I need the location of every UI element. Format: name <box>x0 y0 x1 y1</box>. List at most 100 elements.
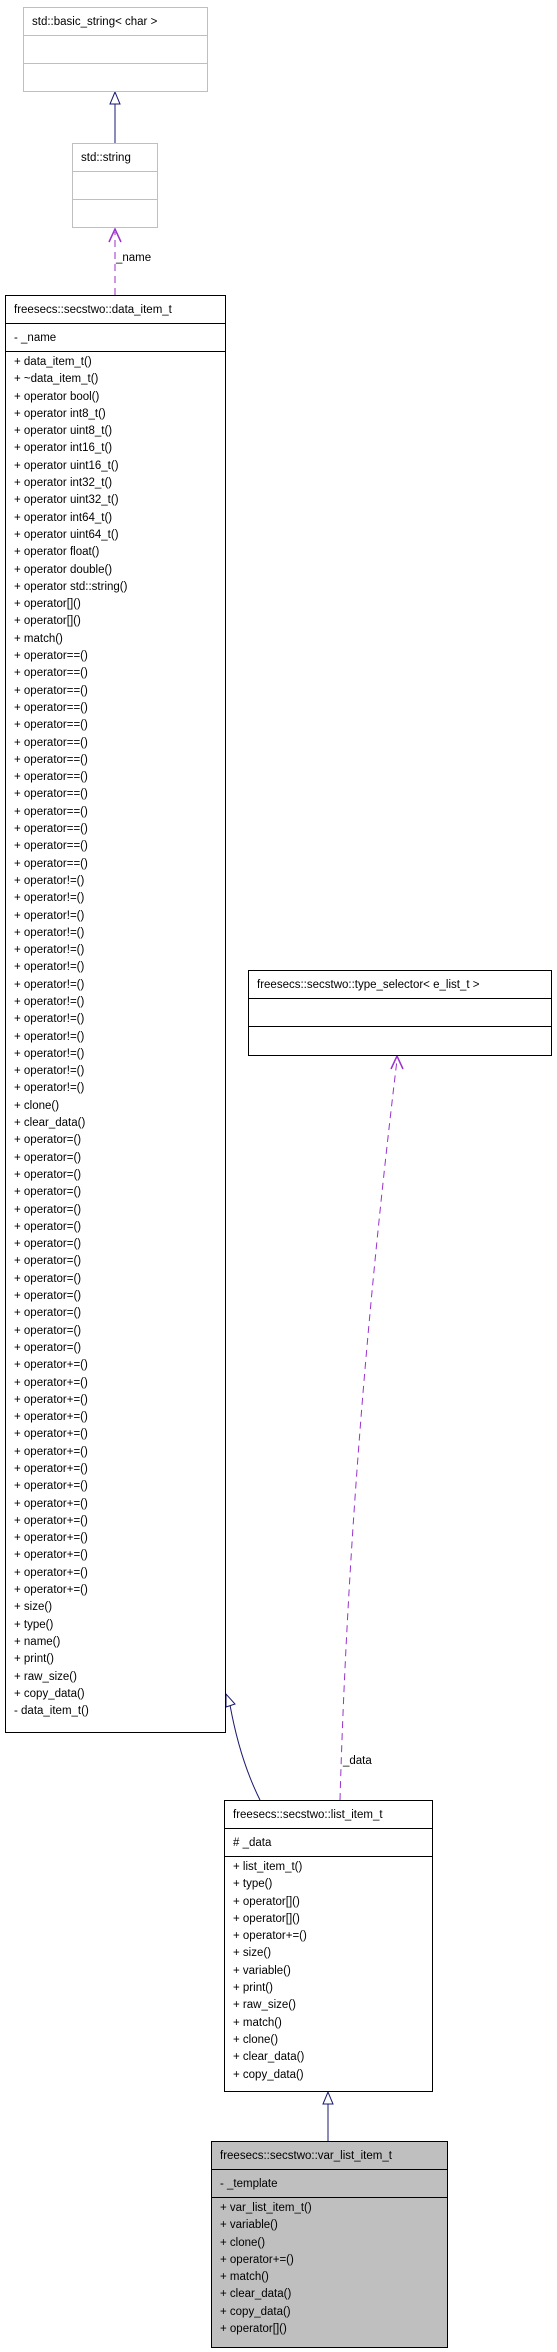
method-item: + operator=() <box>14 1186 82 1199</box>
class-std-string[interactable]: std::string <box>72 143 158 228</box>
method-item: - data_item_t() <box>14 1705 89 1718</box>
class-attributes <box>24 36 207 64</box>
method-item: + operator+=() <box>14 1532 88 1545</box>
method-item: + operator+=() <box>14 1393 88 1406</box>
method-item: + operator uint64_t() <box>14 528 119 541</box>
method-item: + clear_data() <box>220 2288 292 2301</box>
method-item: + operator+=() <box>14 1411 88 1424</box>
class-title: freesecs::secstwo::data_item_t <box>6 296 225 324</box>
method-item: + operator+=() <box>14 1584 88 1597</box>
inheritance-arrow-icon <box>225 1692 236 1708</box>
method-item: + operator!=() <box>14 944 85 957</box>
method-item: + operator=() <box>14 1341 82 1354</box>
method-item: + operator[]() <box>14 598 81 611</box>
method-item: + operator=() <box>14 1307 82 1320</box>
inheritance-line-list-item <box>229 1704 261 1801</box>
method-item: + operator==() <box>14 667 88 680</box>
method-item: + operator!=() <box>14 1047 85 1060</box>
method-item: + operator!=() <box>14 1013 85 1026</box>
class-var-list-item-t[interactable]: freesecs::secstwo::var_list_item_t - _te… <box>211 2141 448 2348</box>
class-list-item-t[interactable]: freesecs::secstwo::list_item_t # _data +… <box>224 1800 433 2092</box>
method-item: + operator==() <box>14 684 88 697</box>
method-item: + operator!=() <box>14 892 85 905</box>
class-methods: + data_item_t() + ~data_item_t() + operato… <box>6 352 225 1723</box>
method-item: + operator int16_t() <box>14 442 113 455</box>
method-item: + operator uint8_t() <box>14 425 113 438</box>
method-item: + operator+=() <box>14 1566 88 1579</box>
method-item: + copy_data() <box>220 2305 291 2318</box>
method-item: + operator=() <box>14 1272 82 1285</box>
method-item: + operator double() <box>14 563 113 576</box>
method-item: + operator+=() <box>14 1445 88 1458</box>
method-item: + clear_data() <box>233 2051 305 2064</box>
class-data-item-t[interactable]: freesecs::secstwo::data_item_t - _name +… <box>5 295 226 1733</box>
method-item: + clone() <box>233 2033 279 2046</box>
class-methods <box>249 1027 551 1055</box>
method-item: + name() <box>14 1635 61 1648</box>
usage-arrow-icon <box>390 1054 404 1070</box>
method-item: + print() <box>233 1982 273 1995</box>
method-item: + type() <box>233 1878 273 1891</box>
method-item: + operator!=() <box>14 1030 85 1043</box>
method-item: + operator==() <box>14 719 88 732</box>
method-item: + clear_data() <box>14 1117 86 1130</box>
method-item: + operator==() <box>14 771 88 784</box>
method-item: + operator[]() <box>14 615 81 628</box>
class-title: std::string <box>73 144 157 172</box>
method-item: + operator!=() <box>14 978 85 991</box>
method-item: + data_item_t() <box>14 356 92 368</box>
method-item: + operator[]() <box>233 1912 300 1925</box>
class-attributes: - _template <box>212 2170 447 2198</box>
method-item: + operator==() <box>14 788 88 801</box>
method-item: + operator=() <box>14 1134 82 1147</box>
method-item: + operator int8_t() <box>14 407 106 420</box>
method-item: + operator=() <box>14 1324 82 1337</box>
method-item: + operator!=() <box>14 961 85 974</box>
inheritance-arrow-icon <box>109 90 121 105</box>
method-item: + raw_size() <box>14 1670 77 1683</box>
method-item: + operator!=() <box>14 874 85 887</box>
class-methods <box>24 64 207 92</box>
class-attributes: - _name <box>6 324 225 352</box>
method-item: + operator=() <box>14 1255 82 1268</box>
method-item: + operator+=() <box>220 2253 294 2266</box>
method-item: + match() <box>233 2016 282 2029</box>
method-item: + print() <box>14 1653 54 1666</box>
method-item: + list_item_t() <box>233 1861 303 1873</box>
method-item: + operator int64_t() <box>14 511 113 524</box>
method-item: + operator uint16_t() <box>14 459 119 472</box>
method-item: + operator=() <box>14 1203 82 1216</box>
method-item: + operator+=() <box>14 1359 88 1372</box>
class-attributes <box>249 999 551 1027</box>
class-title: freesecs::secstwo::var_list_item_t <box>212 2142 447 2170</box>
method-item: + operator+=() <box>14 1549 88 1562</box>
method-item: + operator==() <box>14 840 88 853</box>
method-item: + operator=() <box>14 1168 82 1181</box>
method-item: + operator==() <box>14 805 88 818</box>
method-item: + var_list_item_t() <box>220 2202 312 2214</box>
attribute-item: - _template <box>220 2178 278 2190</box>
class-type-selector[interactable]: freesecs::secstwo::type_selector< e_list… <box>248 970 552 1056</box>
method-item: + operator==() <box>14 823 88 836</box>
method-item: + clone() <box>220 2236 266 2249</box>
class-title: std::basic_string< char > <box>24 8 207 36</box>
method-item: + operator+=() <box>14 1376 88 1389</box>
class-methods: + list_item_t() + type() + operator[]() + o… <box>225 1857 432 2087</box>
method-item: + size() <box>14 1601 53 1614</box>
class-basic-string[interactable]: std::basic_string< char > <box>23 7 208 92</box>
method-item: + operator==() <box>14 736 88 749</box>
class-attributes: # _data <box>225 1829 432 1857</box>
class-attributes <box>73 172 157 200</box>
method-item: + raw_size() <box>233 1999 296 2012</box>
method-item: + copy_data() <box>14 1687 85 1700</box>
method-item: + ~data_item_t() <box>14 373 99 386</box>
method-item: + operator int32_t() <box>14 477 113 490</box>
method-item: + type() <box>14 1618 54 1631</box>
method-item: + operator+=() <box>14 1463 88 1475</box>
class-methods: + var_list_item_t() + variable() + clone()… <box>212 2198 447 2341</box>
method-item: + operator!=() <box>14 1065 85 1078</box>
method-item: + operator[]() <box>233 1895 300 1908</box>
method-item: + operator!=() <box>14 909 85 922</box>
method-item: + operator+=() <box>233 1930 307 1943</box>
method-item: + operator!=() <box>14 926 85 939</box>
